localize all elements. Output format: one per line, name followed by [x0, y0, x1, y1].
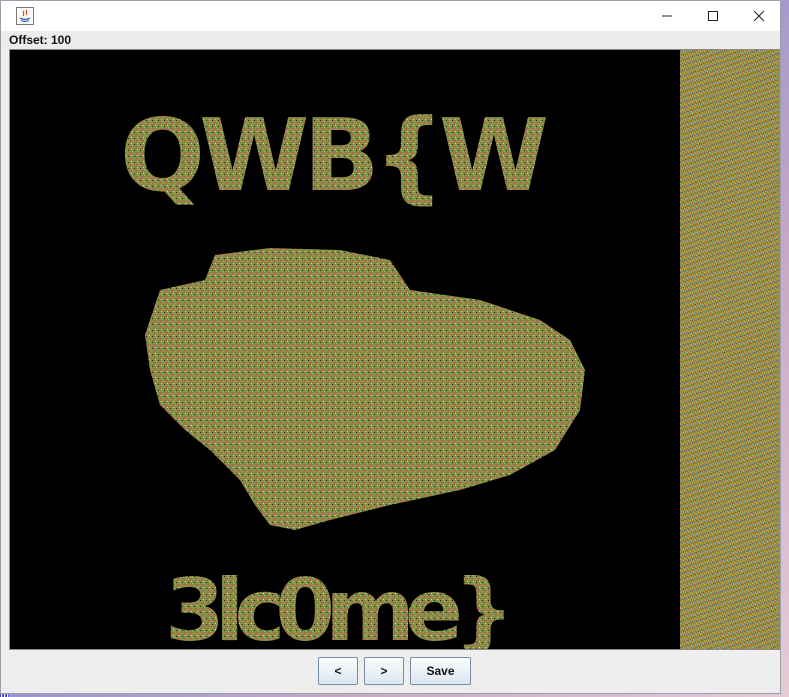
- noise-column: [680, 50, 779, 649]
- flag-text-top: QWB{W: [120, 97, 547, 214]
- flag-text-bottom: 3lc0me}: [165, 561, 504, 650]
- previous-button[interactable]: <: [318, 657, 358, 685]
- minimize-icon: [662, 15, 672, 17]
- offset-label: Offset: 100: [1, 31, 780, 49]
- car-silhouette: [145, 248, 585, 530]
- close-icon: [753, 10, 765, 22]
- maximize-icon: [708, 11, 718, 21]
- button-bar: < > Save: [1, 651, 780, 693]
- java-app-icon: [16, 7, 34, 25]
- save-button[interactable]: Save: [410, 657, 471, 685]
- title-bar[interactable]: [1, 1, 780, 31]
- image-canvas: QWB{W 3lc0me}: [9, 49, 780, 650]
- minimize-button[interactable]: [644, 1, 690, 31]
- app-window: Offset: 100 QWB{W 3lc0me} < > Save: [0, 0, 781, 694]
- maximize-button[interactable]: [690, 1, 736, 31]
- next-button[interactable]: >: [364, 657, 404, 685]
- close-button[interactable]: [736, 1, 782, 31]
- bit-plane-image: QWB{W 3lc0me}: [120, 97, 585, 650]
